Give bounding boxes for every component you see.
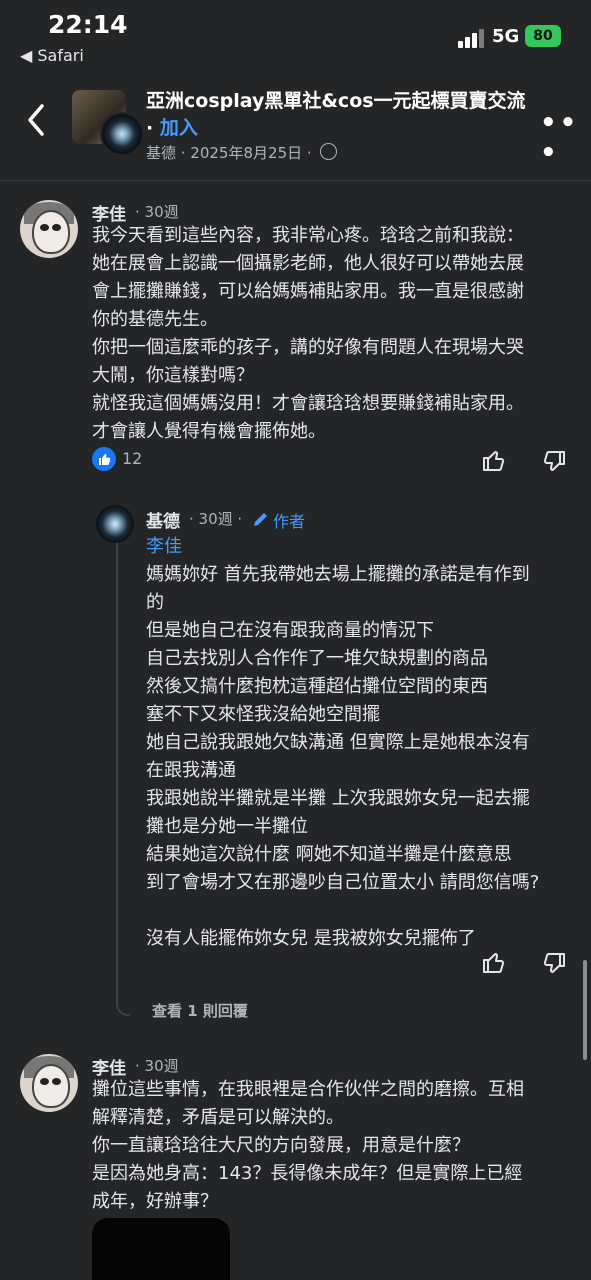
reply-thread-line [116,540,130,1016]
commenter-avatar[interactable] [20,200,78,258]
view-more-replies-link[interactable]: 查看 1 則回覆 [152,1000,248,1021]
comment-time: · 30週 [135,203,179,221]
post-meta: 基德 · 2025年8月25日 · [146,142,338,163]
author-avatar[interactable] [96,505,134,543]
reply-author-name[interactable]: 基德 [146,507,180,532]
battery-icon: 80 [525,25,561,47]
scrollbar[interactable] [583,960,587,1060]
group-avatar[interactable] [72,90,144,156]
commenter-avatar[interactable] [20,1054,78,1112]
network-type: 5G [492,26,520,47]
public-globe-icon [320,143,338,160]
dislike-button-icon[interactable] [540,448,568,476]
comment-text: 攤位這些事情，在我眼裡是合作伙伴之間的磨擦。互相 解釋清楚，矛盾是可以解決的。 … [92,1079,524,1212]
group-name[interactable]: 亞洲cosplay黑單社&cos一元起標買賣交流 [146,90,526,112]
reply-dislike-button-icon[interactable] [540,950,568,978]
back-to-safari-link[interactable]: ◀ Safari [20,46,84,65]
attached-image[interactable] [92,1218,230,1280]
reply-like-button-icon[interactable] [480,948,508,976]
author-badge: 作者 [273,512,306,531]
reply-time: · 30週 · [189,510,243,528]
more-options-icon[interactable]: • • • [540,108,591,168]
status-bar: 22:14 ◀ Safari 5G 80 [0,0,591,78]
clock: 22:14 [48,10,128,39]
poster-avatar [100,112,144,156]
post-header: 亞洲cosplay黑單社&cos一元起標買賣交流 · 加入 基德 · 2025年… [0,78,591,181]
back-arrow-icon[interactable] [22,100,52,140]
cellular-signal-icon [458,28,486,48]
title-separator: · [146,117,160,139]
mentioned-user[interactable]: 李佳 [146,533,182,561]
like-count[interactable]: 12 [122,449,142,468]
post-author-date[interactable]: 基德 · 2025年8月25日 · [146,144,316,162]
group-title[interactable]: 亞洲cosplay黑單社&cos一元起標買賣交流 · 加入 [146,88,526,142]
reply-text: 媽媽妳好 首先我帶她去場上擺攤的承諾是有作到 的 但是她自己在沒有跟我商量的情況… [146,564,540,949]
like-button-icon[interactable] [480,446,508,474]
pencil-icon [254,513,267,526]
like-reaction-icon [92,447,116,471]
join-group-link[interactable]: 加入 [160,117,198,139]
comment-time: · 30週 [135,1057,179,1075]
comment-text: 我今天看到這些內容，我非常心疼。琀琀之前和我說： 她在展會上認識一個攝影老師，他… [92,225,524,442]
